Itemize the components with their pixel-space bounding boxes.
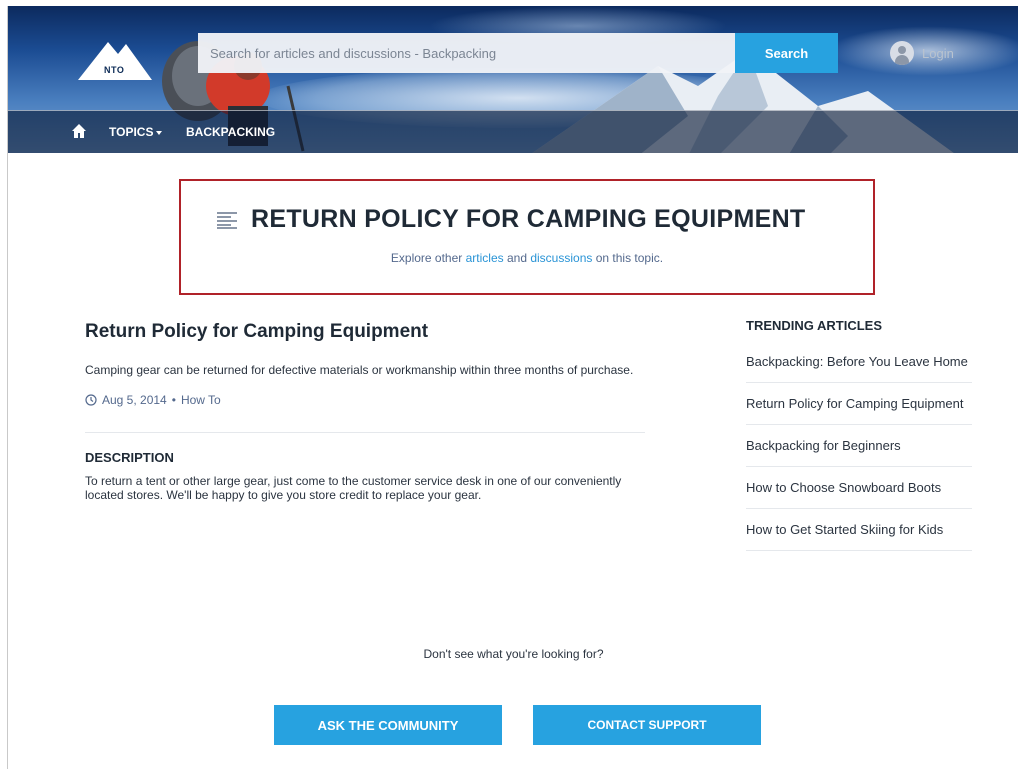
login-link[interactable]: Login [890, 41, 954, 65]
articles-link[interactable]: articles [466, 251, 504, 265]
trending-item[interactable]: Return Policy for Camping Equipment [746, 383, 972, 425]
trending-item[interactable]: How to Get Started Skiing for Kids [746, 509, 972, 551]
article-date: Aug 5, 2014 [102, 393, 167, 407]
topic-navbar: TOPICS BACKPACKING [8, 110, 1018, 153]
article-title: Return Policy for Camping Equipment [85, 321, 429, 342]
ask-community-button[interactable]: ASK THE COMMUNITY [274, 705, 502, 745]
page-title: RETURN POLICY FOR CAMPING EQUIPMENT [251, 205, 806, 233]
hero-banner: NTO Search Login TOPICS BACKPACKING [8, 6, 1018, 153]
user-icon [890, 41, 914, 65]
topics-menu[interactable]: TOPICS [109, 125, 163, 139]
description-heading: DESCRIPTION [85, 450, 174, 465]
article-icon [217, 211, 237, 229]
login-label: Login [922, 45, 954, 61]
search-bar: Search [198, 33, 838, 73]
explore-and: and [506, 251, 527, 265]
trending-heading: TRENDING ARTICLES [746, 318, 883, 333]
help-prompt: Don't see what you're looking for? [423, 647, 604, 661]
explore-suffix: on this topic. [595, 251, 664, 265]
search-input[interactable] [198, 33, 735, 73]
contact-support-button[interactable]: CONTACT SUPPORT [533, 705, 761, 745]
description-body: To return a tent or other large gear, ju… [85, 474, 622, 502]
logo-text: NTO [104, 65, 125, 75]
discussions-link[interactable]: discussions [530, 251, 592, 265]
page-frame: NTO Search Login TOPICS BACKPACKING [7, 6, 1018, 769]
clock-icon [85, 394, 97, 406]
divider [85, 432, 645, 433]
explore-prefix: Explore other [390, 251, 463, 265]
caret-down-icon [156, 130, 163, 135]
article-type: How To [180, 393, 221, 407]
article-meta: Aug 5, 2014 • How To [85, 393, 221, 407]
article-summary: Camping gear can be returned for defecti… [85, 363, 634, 377]
trending-item[interactable]: Backpacking: Before You Leave Home [746, 341, 972, 383]
search-button[interactable]: Search [735, 33, 838, 73]
trending-item[interactable]: How to Choose Snowboard Boots [746, 467, 972, 509]
trending-item[interactable]: Backpacking for Beginners [746, 425, 972, 467]
topics-label: TOPICS [109, 125, 154, 139]
home-icon[interactable] [71, 123, 87, 139]
explore-text: Explore other articles and discussions o… [181, 251, 873, 265]
nav-current-topic[interactable]: BACKPACKING [186, 125, 275, 139]
article-header-box: RETURN POLICY FOR CAMPING EQUIPMENT Expl… [179, 179, 875, 295]
trending-list: Backpacking: Before You Leave Home Retur… [746, 341, 972, 551]
meta-separator: • [171, 393, 176, 407]
